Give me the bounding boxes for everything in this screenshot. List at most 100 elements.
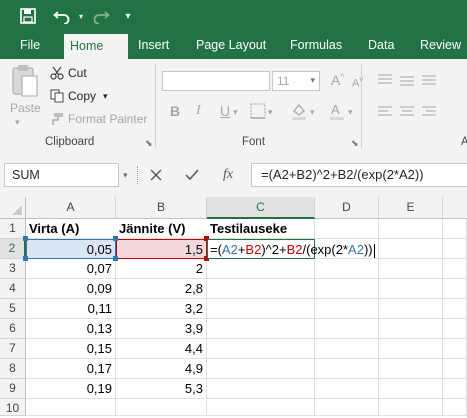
ref-handle-a2-bottom-left[interactable] (23, 256, 28, 261)
cell-d3[interactable] (315, 259, 379, 279)
font-size-box[interactable]: 11 ▾ (272, 71, 320, 91)
cut-button[interactable]: Cut (68, 66, 87, 80)
cell-c7[interactable] (207, 339, 315, 359)
cell-f4[interactable] (443, 279, 467, 299)
borders-dropdown-icon[interactable]: ▾ (268, 107, 273, 118)
formula-input[interactable]: =(A2+B2)^2+B2/(exp(2*A2)) (251, 163, 467, 187)
cell-d5[interactable] (315, 299, 379, 319)
tab-review[interactable]: Review (410, 32, 467, 59)
tab-file[interactable]: File (10, 32, 50, 59)
align-left-icon[interactable] (376, 104, 436, 125)
cell-a6[interactable]: 0,13 (26, 319, 116, 339)
increase-font-icon[interactable]: A^ (331, 72, 344, 88)
cell-e7[interactable] (379, 339, 443, 359)
row-header-4[interactable]: 4 (0, 279, 26, 299)
copy-dropdown-icon[interactable]: ▾ (103, 91, 108, 102)
cell-c4[interactable] (207, 279, 315, 299)
align-top-icon[interactable] (376, 72, 436, 93)
copy-button[interactable]: Copy (68, 89, 96, 103)
cell-e3[interactable] (379, 259, 443, 279)
column-header-b[interactable]: B (116, 197, 207, 219)
paste-label[interactable]: Paste (10, 101, 41, 115)
cell-a9[interactable]: 0,19 (26, 379, 116, 399)
cell-e2[interactable] (379, 239, 443, 259)
column-header-c[interactable]: C (207, 197, 315, 219)
cell-b10[interactable] (116, 399, 207, 416)
cancel-icon[interactable] (141, 163, 171, 187)
cell-f9[interactable] (443, 379, 467, 399)
row-header-10[interactable]: 10 (0, 399, 26, 416)
cell-d7[interactable] (315, 339, 379, 359)
customize-icon[interactable]: ▾ (120, 0, 136, 32)
name-box-dropdown-icon[interactable]: ▾ (123, 170, 128, 181)
cell-f1[interactable] (443, 219, 467, 239)
cell-a3[interactable]: 0,07 (26, 259, 116, 279)
row-header-7[interactable]: 7 (0, 339, 26, 359)
cell-d4[interactable] (315, 279, 379, 299)
cell-b3[interactable]: 2 (116, 259, 207, 279)
cell-e4[interactable] (379, 279, 443, 299)
cell-b2[interactable]: 1,5 (116, 239, 207, 259)
undo-icon[interactable] (48, 0, 76, 32)
cell-b9[interactable]: 5,3 (116, 379, 207, 399)
cell-e8[interactable] (379, 359, 443, 379)
underline-button[interactable]: U (220, 103, 230, 119)
cell-f3[interactable] (443, 259, 467, 279)
cell-c8[interactable] (207, 359, 315, 379)
select-all-button[interactable] (0, 197, 26, 219)
cell-f6[interactable] (443, 319, 467, 339)
underline-dropdown-icon[interactable]: ▾ (233, 107, 238, 118)
font-name-box[interactable] (162, 71, 270, 91)
format-painter-button[interactable]: Format Painter (68, 112, 147, 126)
bold-button[interactable]: B (170, 103, 180, 119)
cell-a10[interactable] (26, 399, 116, 416)
ref-handle-a2-top-right[interactable] (113, 236, 118, 241)
row-header-9[interactable]: 9 (0, 379, 26, 399)
cell-a8[interactable]: 0,17 (26, 359, 116, 379)
column-header-a[interactable]: A (26, 197, 116, 219)
cell-f10[interactable] (443, 399, 467, 416)
cell-e9[interactable] (379, 379, 443, 399)
ref-handle-a2-bottom-right[interactable] (113, 256, 118, 261)
enter-icon[interactable] (177, 163, 207, 187)
cell-c5[interactable] (207, 299, 315, 319)
cell-c9[interactable] (207, 379, 315, 399)
tab-data[interactable]: Data (358, 32, 404, 59)
fill-color-icon[interactable] (290, 102, 308, 125)
cell-a5[interactable]: 0,11 (26, 299, 116, 319)
cell-e5[interactable] (379, 299, 443, 319)
cell-c2-editing[interactable]: =(A2+B2)^2+B2/(exp(2*A2)) (207, 239, 375, 259)
cell-d10[interactable] (315, 399, 379, 416)
cell-d6[interactable] (315, 319, 379, 339)
cell-b1[interactable]: Jännite (V) (116, 219, 207, 239)
italic-button[interactable]: I (196, 103, 201, 119)
insert-function-button[interactable]: fx (213, 163, 243, 187)
cell-b7[interactable]: 4,4 (116, 339, 207, 359)
row-header-3[interactable]: 3 (0, 259, 26, 279)
undo-dropdown-icon[interactable]: ▾ (75, 0, 87, 32)
borders-icon[interactable] (250, 103, 266, 124)
tab-page-layout[interactable]: Page Layout (186, 32, 276, 59)
cell-e10[interactable] (379, 399, 443, 416)
font-launcher-icon[interactable]: ⬊ (351, 138, 359, 149)
name-box[interactable]: SUM (4, 163, 119, 187)
ref-handle-a2-top-left[interactable] (23, 236, 28, 241)
cell-b8[interactable]: 4,9 (116, 359, 207, 379)
row-header-6[interactable]: 6 (0, 319, 26, 339)
cell-c3[interactable] (207, 259, 315, 279)
cell-c10[interactable] (207, 399, 315, 416)
cell-b4[interactable]: 2,8 (116, 279, 207, 299)
paste-dropdown-icon[interactable]: ▾ (15, 117, 20, 128)
cell-c6[interactable] (207, 319, 315, 339)
cell-e1[interactable] (379, 219, 443, 239)
cell-a7[interactable]: 0,15 (26, 339, 116, 359)
cell-d9[interactable] (315, 379, 379, 399)
cell-c1[interactable]: Testilauseke (207, 219, 315, 239)
cell-f8[interactable] (443, 359, 467, 379)
row-header-5[interactable]: 5 (0, 299, 26, 319)
cell-e6[interactable] (379, 319, 443, 339)
tab-home[interactable]: Home (64, 34, 128, 59)
formula-bar-grip[interactable] (137, 166, 140, 184)
cell-a4[interactable]: 0,09 (26, 279, 116, 299)
fill-color-dropdown-icon[interactable]: ▾ (310, 107, 315, 118)
